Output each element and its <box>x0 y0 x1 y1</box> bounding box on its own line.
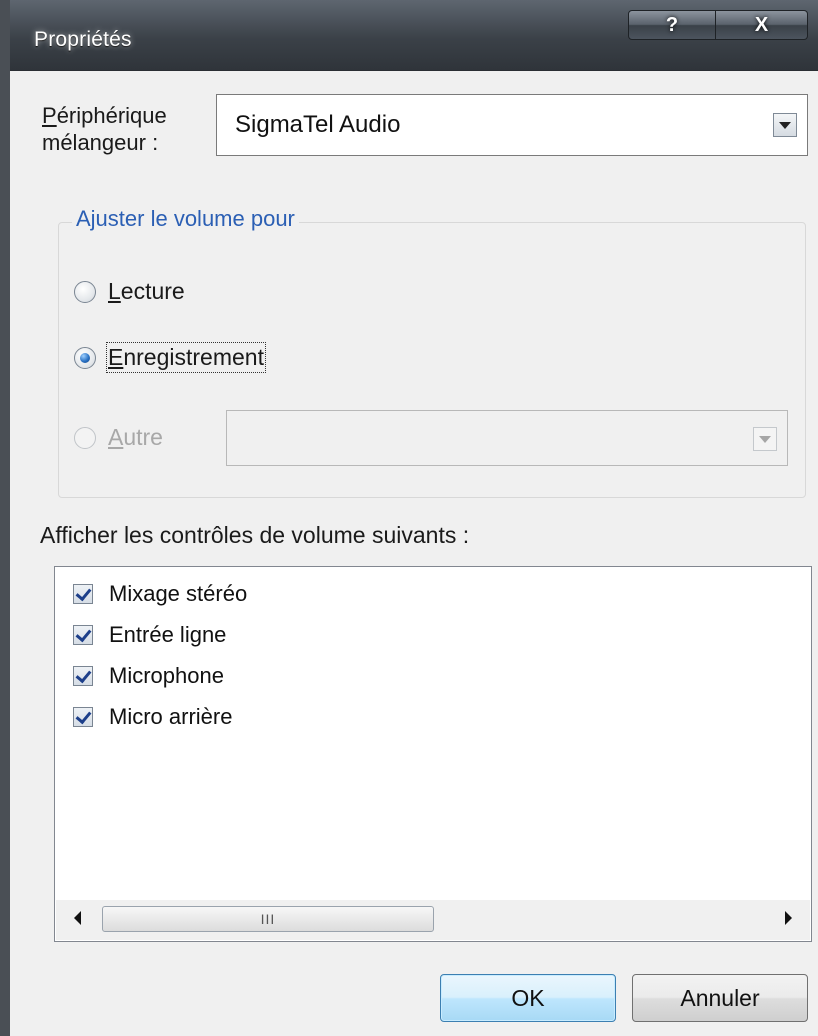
radio-button-disabled-icon <box>74 426 96 449</box>
mixer-device-label: Périphérique mélangeur : <box>42 102 167 156</box>
list-item-label: Mixage stéréo <box>109 581 248 606</box>
other-device-select <box>226 410 788 466</box>
mixer-label-line2: mélangeur : <box>42 130 159 155</box>
checkbox-checked-icon[interactable] <box>73 666 93 686</box>
help-button[interactable]: ? <box>628 10 716 40</box>
list-item[interactable]: Entrée ligne <box>73 622 226 648</box>
list-item-label: Micro arrière <box>109 704 233 729</box>
radio-button-icon[interactable] <box>74 280 96 303</box>
title-bar[interactable]: Propriétés ? X <box>10 0 818 71</box>
mixer-device-value: SigmaTel Audio <box>235 111 401 138</box>
checkbox-checked-icon[interactable] <box>73 707 93 727</box>
cancel-button[interactable]: Annuler <box>632 974 808 1022</box>
radio-other-label: Autre <box>108 424 163 450</box>
close-button[interactable]: X <box>716 10 808 40</box>
radio-playback[interactable]: Lecture <box>74 278 185 305</box>
list-item-label: Entrée ligne <box>109 622 227 647</box>
list-item[interactable]: Microphone <box>73 663 224 689</box>
volume-group-legend: Ajuster le volume pour <box>72 206 299 232</box>
chevron-down-icon[interactable] <box>773 113 797 137</box>
list-item[interactable]: Mixage stéréo <box>73 581 247 607</box>
list-item-label: Microphone <box>109 663 224 688</box>
caption-buttons: ? X <box>628 10 808 40</box>
radio-recording-label: Enregistrement <box>106 342 266 373</box>
scroll-left-icon[interactable] <box>74 911 81 925</box>
window-title: Propriétés <box>34 28 132 51</box>
radio-other: Autre <box>74 424 163 451</box>
radio-playback-label: Lecture <box>108 278 185 304</box>
volume-controls-list[interactable]: Mixage stéréo Entrée ligne Microphone Mi… <box>54 566 812 942</box>
scroll-right-icon[interactable] <box>785 911 792 925</box>
controls-label: Afficher les contrôles de volume suivant… <box>40 522 470 548</box>
properties-dialog: Propriétés ? X Périphérique mélangeur : … <box>0 0 818 1036</box>
chevron-down-icon <box>753 427 777 451</box>
scroll-thumb[interactable]: III <box>102 906 434 932</box>
mixer-device-select[interactable]: SigmaTel Audio <box>216 94 808 156</box>
mixer-label-mnemonic: P <box>42 103 57 128</box>
checkbox-checked-icon[interactable] <box>73 625 93 645</box>
radio-recording[interactable]: Enregistrement <box>74 342 266 373</box>
checkbox-checked-icon[interactable] <box>73 584 93 604</box>
list-item[interactable]: Micro arrière <box>73 704 232 730</box>
mixer-label-line1: ériphérique <box>56 103 167 128</box>
radio-button-checked-icon[interactable] <box>74 346 96 369</box>
horizontal-scrollbar[interactable]: III <box>56 900 810 940</box>
ok-button[interactable]: OK <box>440 974 616 1022</box>
